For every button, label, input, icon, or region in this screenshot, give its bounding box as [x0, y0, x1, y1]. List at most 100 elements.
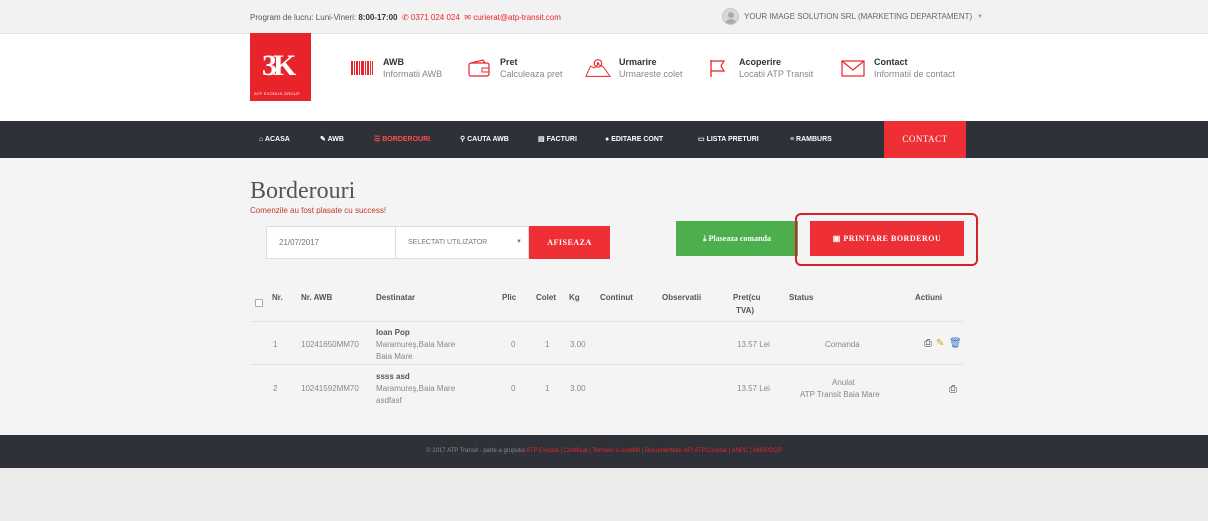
trash-icon[interactable]: 🗑	[949, 338, 962, 349]
search-icon: ⚲	[460, 136, 466, 143]
chevron-down-icon[interactable]: ▼	[977, 14, 983, 20]
cell-pret: 13.57 Lei	[737, 340, 770, 349]
email-icon: ✉	[464, 13, 471, 22]
program-label: Program de lucru: Luni-Vineri:	[250, 13, 357, 22]
date-field[interactable]: 21/07/2017	[266, 226, 396, 259]
invoice-icon: ▤	[538, 136, 545, 143]
user-select[interactable]: SELECTATI UTILIZATOR ▼	[396, 226, 529, 259]
nav-item-cauta-awb[interactable]: ⚲ CAUTA AWB	[460, 121, 509, 158]
header-item-acoperire[interactable]: Acoperire Locatii ATP Transit	[705, 57, 813, 79]
header-item-pret[interactable]: Pret Calculeaza pret	[466, 57, 563, 79]
checkbox[interactable]	[255, 299, 263, 307]
header-item-subtitle: Informatii AWB	[383, 69, 443, 79]
email-link[interactable]: curierat@atp-transit.com	[473, 13, 561, 22]
nav-item-label: EDITARE CONT	[611, 136, 664, 143]
nav-item-label: AWB	[327, 136, 344, 143]
col-header-nr-awb: Nr. AWB	[301, 293, 333, 302]
cell-awb: 10241650MM70	[301, 340, 359, 349]
plaseaza-comanda-label: Plaseaza comanda	[708, 234, 771, 243]
nav-item-awb[interactable]: ✎ AWB	[320, 121, 344, 158]
col-header-nr: Nr.	[272, 293, 283, 302]
col-header-colet: Colet	[536, 293, 556, 302]
print-icon[interactable]: ⎙	[949, 384, 957, 395]
footer-links[interactable]: ATP Exodus | Certificat | Termeni si con…	[526, 448, 781, 454]
nav-item-label: CAUTA AWB	[467, 136, 509, 143]
cell-kg: 3.00	[570, 340, 586, 349]
header-item-title: Pret	[500, 57, 518, 67]
header-item-urmarire[interactable]: Urmarire Urmareste colet	[585, 57, 683, 79]
header-item-title: Acoperire	[739, 57, 782, 67]
divider	[250, 321, 964, 322]
print-icon[interactable]: ⎙	[924, 338, 932, 349]
home-icon: ⌂	[259, 136, 264, 143]
nav-item-label: BORDEROURI	[382, 136, 431, 143]
phone-icon: ✆	[401, 13, 409, 22]
list-icon: ☰	[374, 136, 381, 143]
col-header-pret: Pret(cu	[733, 293, 761, 302]
cell-status: Comanda	[825, 340, 860, 349]
menu-icon: ≡	[790, 136, 795, 143]
download-icon: ⤓	[703, 234, 707, 243]
cell-nr: 2	[273, 384, 278, 393]
envelope-icon	[840, 57, 866, 79]
pencil-icon: ✎	[320, 136, 326, 143]
flag-icon	[705, 57, 731, 79]
header-item-title: Contact	[874, 57, 908, 67]
cell-destinatar-addr: Maramureş,Baia Mare	[376, 340, 456, 349]
cell-destinatar-name: Ioan Pop	[376, 328, 410, 337]
header-item-awb[interactable]: AWB Informatii AWB	[349, 57, 442, 79]
cell-status-location: ATP Transit Baia Mare	[800, 390, 880, 399]
user-menu[interactable]: YOUR IMAGE SOLUTION SRL (MARKETING DEPAR…	[722, 8, 983, 25]
col-header-destinatar: Destinatar	[376, 293, 416, 302]
header-item-title: Urmarire	[619, 57, 657, 67]
map-pin-icon	[585, 57, 611, 79]
barcode-icon	[349, 57, 375, 79]
header-item-subtitle: Calculeaza pret	[500, 69, 563, 79]
nav-item-editare-cont[interactable]: ● EDITARE CONT	[605, 121, 663, 158]
cell-colet: 1	[545, 340, 550, 349]
phone-number[interactable]: 0371 024 024	[411, 13, 460, 22]
cell-awb: 10241592MM70	[301, 384, 359, 393]
user-icon: ●	[605, 136, 610, 143]
nav-item-ramburs[interactable]: ≡ RAMBURS	[790, 121, 832, 158]
logo-tagline: ATP EXODUS GROUP	[254, 91, 300, 96]
afiseaza-button[interactable]: AFISEAZA	[529, 226, 610, 259]
cell-nr: 1	[273, 340, 278, 349]
col-header-observatii: Observatii	[662, 293, 702, 302]
nav-item-label: LISTA PRETURI	[706, 136, 759, 143]
page-bottom	[0, 468, 1208, 521]
header-item-subtitle: Urmareste colet	[619, 69, 683, 79]
select-all-checkbox[interactable]	[255, 294, 263, 312]
nav-item-label: ACASA	[264, 136, 290, 143]
header-item-contact[interactable]: Contact Informatii de contact	[840, 57, 955, 79]
nav-item-borderouri[interactable]: ☰ BORDEROURI	[374, 121, 430, 158]
contact-info: Program de lucru: Luni-Vineri: 8:00-17:0…	[250, 13, 561, 22]
wallet-icon	[466, 57, 492, 79]
header-item-subtitle: Locatii ATP Transit	[739, 69, 814, 79]
logo-mark: 3K	[262, 49, 296, 82]
top-info-bar: Program de lucru: Luni-Vineri: 8:00-17:0…	[0, 0, 1208, 34]
col-header-pret-tva: TVA)	[736, 306, 755, 315]
cell-destinatar-city: Baia Mare	[376, 352, 413, 361]
col-header-kg: Kg	[569, 293, 580, 302]
chevron-down-icon: ▼	[516, 239, 522, 245]
col-header-actiuni: Actiuni	[915, 293, 943, 302]
col-header-plic: Plic	[502, 293, 517, 302]
program-hours: 8:00-17:00	[358, 13, 398, 22]
nav-item-acasa[interactable]: ⌂ ACASA	[259, 121, 290, 158]
cell-status: Anulat	[832, 378, 855, 387]
site-footer: © 2017 ATP Transit - parte a grupului AT…	[0, 435, 1208, 468]
nav-item-lista-preturi[interactable]: ▭ LISTA PRETURI	[698, 121, 759, 158]
edit-icon[interactable]: ✎	[936, 338, 944, 349]
header-item-subtitle: Informatii de contact	[874, 69, 956, 79]
plaseaza-comanda-button[interactable]: ⤓ Plaseaza comanda	[676, 221, 798, 256]
user-name[interactable]: YOUR IMAGE SOLUTION SRL (MARKETING DEPAR…	[744, 12, 972, 21]
avatar	[722, 8, 739, 25]
col-header-continut: Continut	[600, 293, 633, 302]
cell-kg: 3.00	[570, 384, 586, 393]
brand-logo[interactable]: 3K ATP EXODUS GROUP	[250, 33, 311, 101]
footer-copyright: © 2017 ATP Transit - parte a grupului	[426, 448, 525, 454]
divider	[250, 364, 964, 365]
nav-contact-button[interactable]: CONTACT	[884, 121, 966, 158]
nav-item-facturi[interactable]: ▤ FACTURI	[538, 121, 577, 158]
